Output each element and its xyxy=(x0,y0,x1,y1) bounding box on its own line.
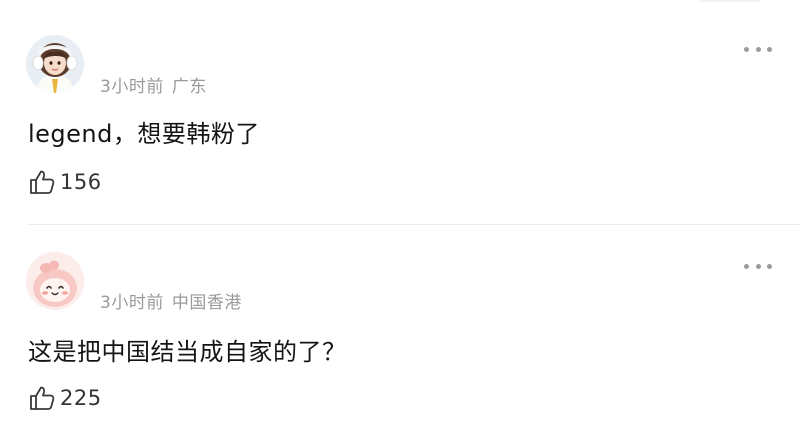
avatar-image xyxy=(26,252,84,310)
avatar[interactable] xyxy=(26,35,84,93)
comment-location: 中国香港 xyxy=(171,293,242,313)
comment-location: 广东 xyxy=(171,77,207,97)
like-button[interactable]: 156 xyxy=(28,168,102,196)
avatar-image xyxy=(26,35,84,93)
more-dots-icon[interactable] xyxy=(744,44,772,54)
like-count: 225 xyxy=(60,386,102,410)
comment-time: 3小时前 xyxy=(100,77,164,97)
comment-text: legend，想要韩粉了 xyxy=(28,120,260,148)
comment-item: 3小时前 广东 legend，想要韩粉了 156 xyxy=(0,0,800,224)
comment-meta: 3小时前 中国香港 xyxy=(100,288,242,313)
more-dots-icon[interactable] xyxy=(744,261,772,271)
comment-item: 3小时前 中国香港 这是把中国结当成自家的了？ 225 xyxy=(0,225,800,429)
like-count: 156 xyxy=(60,170,102,194)
comment-text: 这是把中国结当成自家的了？ xyxy=(28,338,347,366)
comment-time: 3小时前 xyxy=(100,293,164,313)
like-button[interactable]: 225 xyxy=(28,384,102,412)
thumbs-up-icon xyxy=(28,384,56,412)
comment-meta: 3小时前 广东 xyxy=(100,72,207,97)
thumbs-up-icon xyxy=(28,168,56,196)
avatar[interactable] xyxy=(26,252,84,310)
